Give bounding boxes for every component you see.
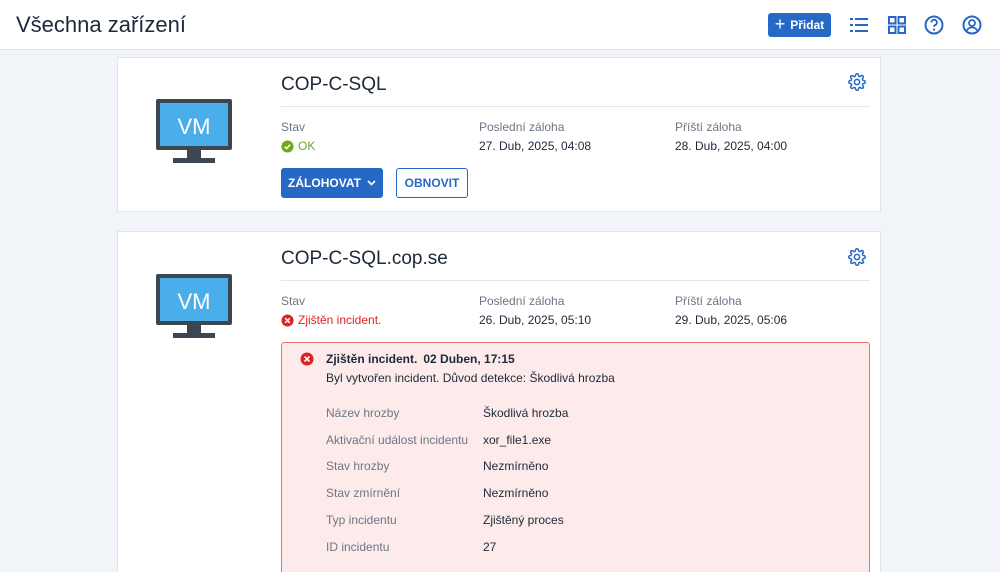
- add-button-label: Přidat: [790, 18, 825, 32]
- incident-title-text: Zjištěn incident.: [326, 352, 418, 366]
- divider: [281, 280, 870, 281]
- last-backup-label: Poslední záloha: [479, 120, 565, 134]
- list-view-icon[interactable]: [848, 14, 870, 36]
- incident-title: Zjištěn incident. 02 Duben, 17:15: [326, 352, 515, 366]
- detail-value: 27: [483, 540, 497, 554]
- divider: [281, 106, 870, 107]
- page-title: Všechna zařízení: [16, 12, 186, 37]
- error-circle-icon: [281, 313, 294, 327]
- account-icon[interactable]: [961, 14, 983, 36]
- detail-key: Stav hrozby: [326, 459, 390, 473]
- last-backup-label: Poslední záloha: [479, 294, 565, 308]
- next-backup-value: 29. Dub, 2025, 05:06: [675, 313, 788, 327]
- vm-monitor-icon: VM: [156, 274, 232, 338]
- incident-description: Byl vytvořen incident. Důvod detekce: Šk…: [326, 371, 615, 385]
- detail-value: Nezmírněno: [483, 459, 549, 473]
- device-name[interactable]: COP-C-SQL.cop.se: [281, 248, 448, 270]
- vm-monitor-icon: VM: [156, 99, 232, 163]
- vm-label: VM: [178, 114, 211, 139]
- detail-value: Nezmírněno: [483, 486, 549, 500]
- status-label: Stav: [281, 294, 306, 308]
- incident-time: 02 Duben, 17:15: [423, 352, 515, 366]
- chevron-down-icon: [367, 180, 376, 186]
- grid-view-icon[interactable]: [886, 14, 908, 36]
- last-backup-value: 27. Dub, 2025, 04:08: [479, 139, 592, 153]
- backup-button[interactable]: ZÁLOHOVAT: [281, 168, 383, 198]
- check-circle-icon: [281, 139, 294, 153]
- gear-icon[interactable]: [848, 73, 866, 91]
- detail-value: Zjištěný proces: [483, 513, 564, 527]
- add-button[interactable]: + Přidat: [768, 13, 831, 37]
- status-value: Zjištěn incident.: [281, 313, 381, 327]
- gear-icon[interactable]: [848, 248, 866, 266]
- restore-button[interactable]: OBNOVIT: [396, 168, 468, 198]
- detail-key: ID incidentu: [326, 540, 390, 554]
- help-icon[interactable]: [923, 14, 945, 36]
- next-backup-label: Příští záloha: [675, 294, 742, 308]
- plus-icon: +: [774, 14, 786, 34]
- status-label: Stav: [281, 120, 306, 134]
- device-card: VM COP-C-SQL Stav OK Poslední záloha 27.…: [117, 57, 881, 212]
- detail-value: xor_file1.exe: [483, 433, 552, 447]
- last-backup-value: 26. Dub, 2025, 05:10: [479, 313, 592, 327]
- status-value: OK: [281, 139, 315, 153]
- top-bar: Všechna zařízení + Přidat: [0, 0, 1000, 50]
- detail-key: Stav zmírnění: [326, 486, 401, 500]
- next-backup-value: 28. Dub, 2025, 04:00: [675, 139, 788, 153]
- next-backup-label: Příští záloha: [675, 120, 742, 134]
- status-text: OK: [298, 139, 316, 153]
- detail-value: Škodlivá hrozba: [483, 406, 569, 420]
- status-text: Zjištěn incident.: [298, 313, 382, 327]
- device-name[interactable]: COP-C-SQL: [281, 74, 387, 96]
- detail-key: Název hrozby: [326, 406, 400, 420]
- detail-key: Typ incidentu: [326, 513, 397, 527]
- detail-key: Aktivační událost incidentu: [326, 433, 469, 447]
- vm-label: VM: [178, 289, 211, 314]
- incident-alert: Zjištěn incident. 02 Duben, 17:15 Byl vyt…: [281, 342, 870, 572]
- backup-button-label: ZÁLOHOVAT: [288, 176, 361, 190]
- device-card: VM COP-C-SQL.cop.se Stav Zjištěn inciden…: [117, 231, 881, 572]
- error-circle-icon: [300, 352, 314, 366]
